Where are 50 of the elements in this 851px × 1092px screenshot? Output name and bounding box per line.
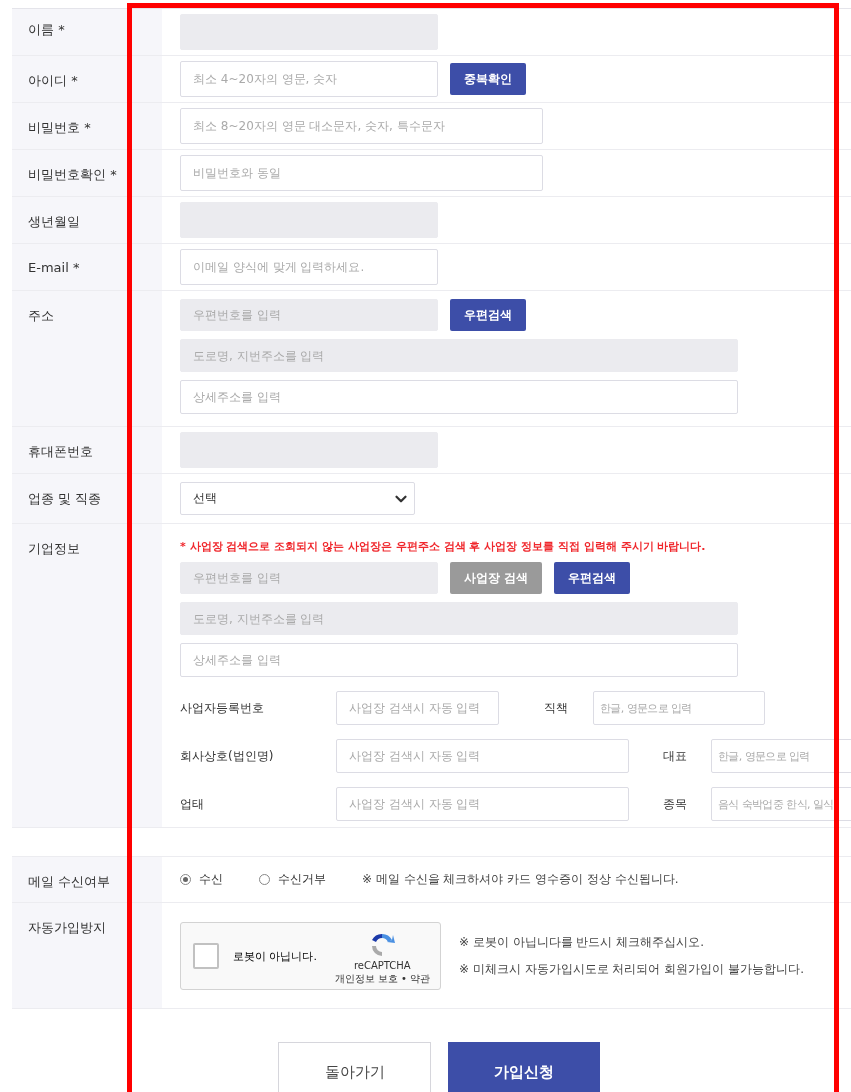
row-label: 생년월일 (12, 197, 162, 243)
privacy-terms-link[interactable]: 개인정보 보호 • 약관 (334, 972, 430, 986)
input-field[interactable]: 음식 숙박업중 한식, 일식 (711, 787, 851, 821)
input-field[interactable]: 우편번호를 입력 (180, 562, 438, 594)
row-label: 비밀번호 * (12, 103, 162, 149)
input-field[interactable]: 한글, 영문으로 입력 (593, 691, 765, 725)
input-field[interactable]: 상세주소를 입력 (180, 643, 738, 677)
captcha-checkbox[interactable] (193, 943, 219, 969)
row-label: 업종 및 직종 (12, 474, 162, 523)
input-field[interactable]: 도로명, 지번주소를 입력 (180, 339, 738, 372)
back-button[interactable]: 돌아가기 (278, 1042, 431, 1092)
input-field[interactable]: 비밀번호와 동일 (180, 155, 543, 191)
input-field[interactable]: 최소 8~20자의 영문 대소문자, 숫자, 특수문자 (180, 108, 543, 144)
recaptcha-brand: reCAPTCHA (353, 960, 411, 971)
note-text: ※ 메일 수신을 체크하셔야 카드 영수증이 정상 수신됩니다. (362, 871, 679, 888)
input-field[interactable]: 도로명, 지번주소를 입력 (180, 602, 738, 635)
field-label: 회사상호(법인명) (180, 748, 274, 763)
field-label: 사업자등록번호 (180, 700, 264, 715)
row-label: 자동가입방지 (12, 903, 162, 1008)
row-label: 메일 수신여부 (12, 857, 162, 902)
input-field[interactable]: 한글, 영문으로 입력 (711, 739, 851, 773)
note-text: ※ 로봇이 아닙니다를 반드시 체크해주십시오. (459, 934, 706, 951)
input-field[interactable]: 사업장 검색시 자동 입력 (336, 787, 629, 821)
row-label: 주소 (12, 291, 162, 426)
row-label: 이름 * (12, 9, 162, 55)
field-label: 대표 (663, 748, 687, 763)
check-duplicate-button[interactable]: 중복확인 (450, 63, 526, 95)
row-label: 휴대폰번호 (12, 427, 162, 473)
row-label: 기업정보 (12, 524, 162, 827)
field-label: 업태 (180, 796, 204, 811)
search-button[interactable]: 우편검색 (554, 562, 631, 594)
captcha-label: 로봇이 아닙니다. (233, 948, 317, 964)
row-label: E-mail * (12, 244, 162, 290)
input-field[interactable]: 우편번호를 입력 (180, 299, 438, 331)
input-field[interactable]: 상세주소를 입력 (180, 380, 738, 414)
submit-button[interactable]: 가입신청 (448, 1042, 600, 1092)
input-field[interactable]: 최소 4~20자의 영문, 숫자 (180, 61, 438, 97)
row-label: 비밀번호확인 * (12, 150, 162, 196)
row-label: 아이디 * (12, 56, 162, 102)
input-field[interactable]: 사업장 검색시 자동 입력 (336, 739, 629, 773)
radio-option[interactable]: 수신거부 (259, 871, 326, 888)
field-label: 종목 (663, 796, 687, 811)
radio-option[interactable]: 수신 (180, 871, 223, 888)
notice-text: * 사업장 검색으로 조회되지 않는 사업장은 우편주소 검색 후 사업장 정보를 직접 입력해 주시기 바랍니다. (180, 539, 707, 554)
input-field[interactable]: 사업장 검색시 자동 입력 (336, 691, 499, 725)
select-field[interactable]: 선택 (180, 482, 415, 515)
note-text: ※ 미체크시 자동가입시도로 처리되어 회원가입이 불가능합니다. (459, 961, 804, 978)
field-label: 직책 (544, 700, 568, 715)
input-field[interactable]: 이메일 양식에 맞게 입력하세요. (180, 249, 438, 285)
postcode-search-button[interactable]: 우편검색 (450, 299, 526, 331)
